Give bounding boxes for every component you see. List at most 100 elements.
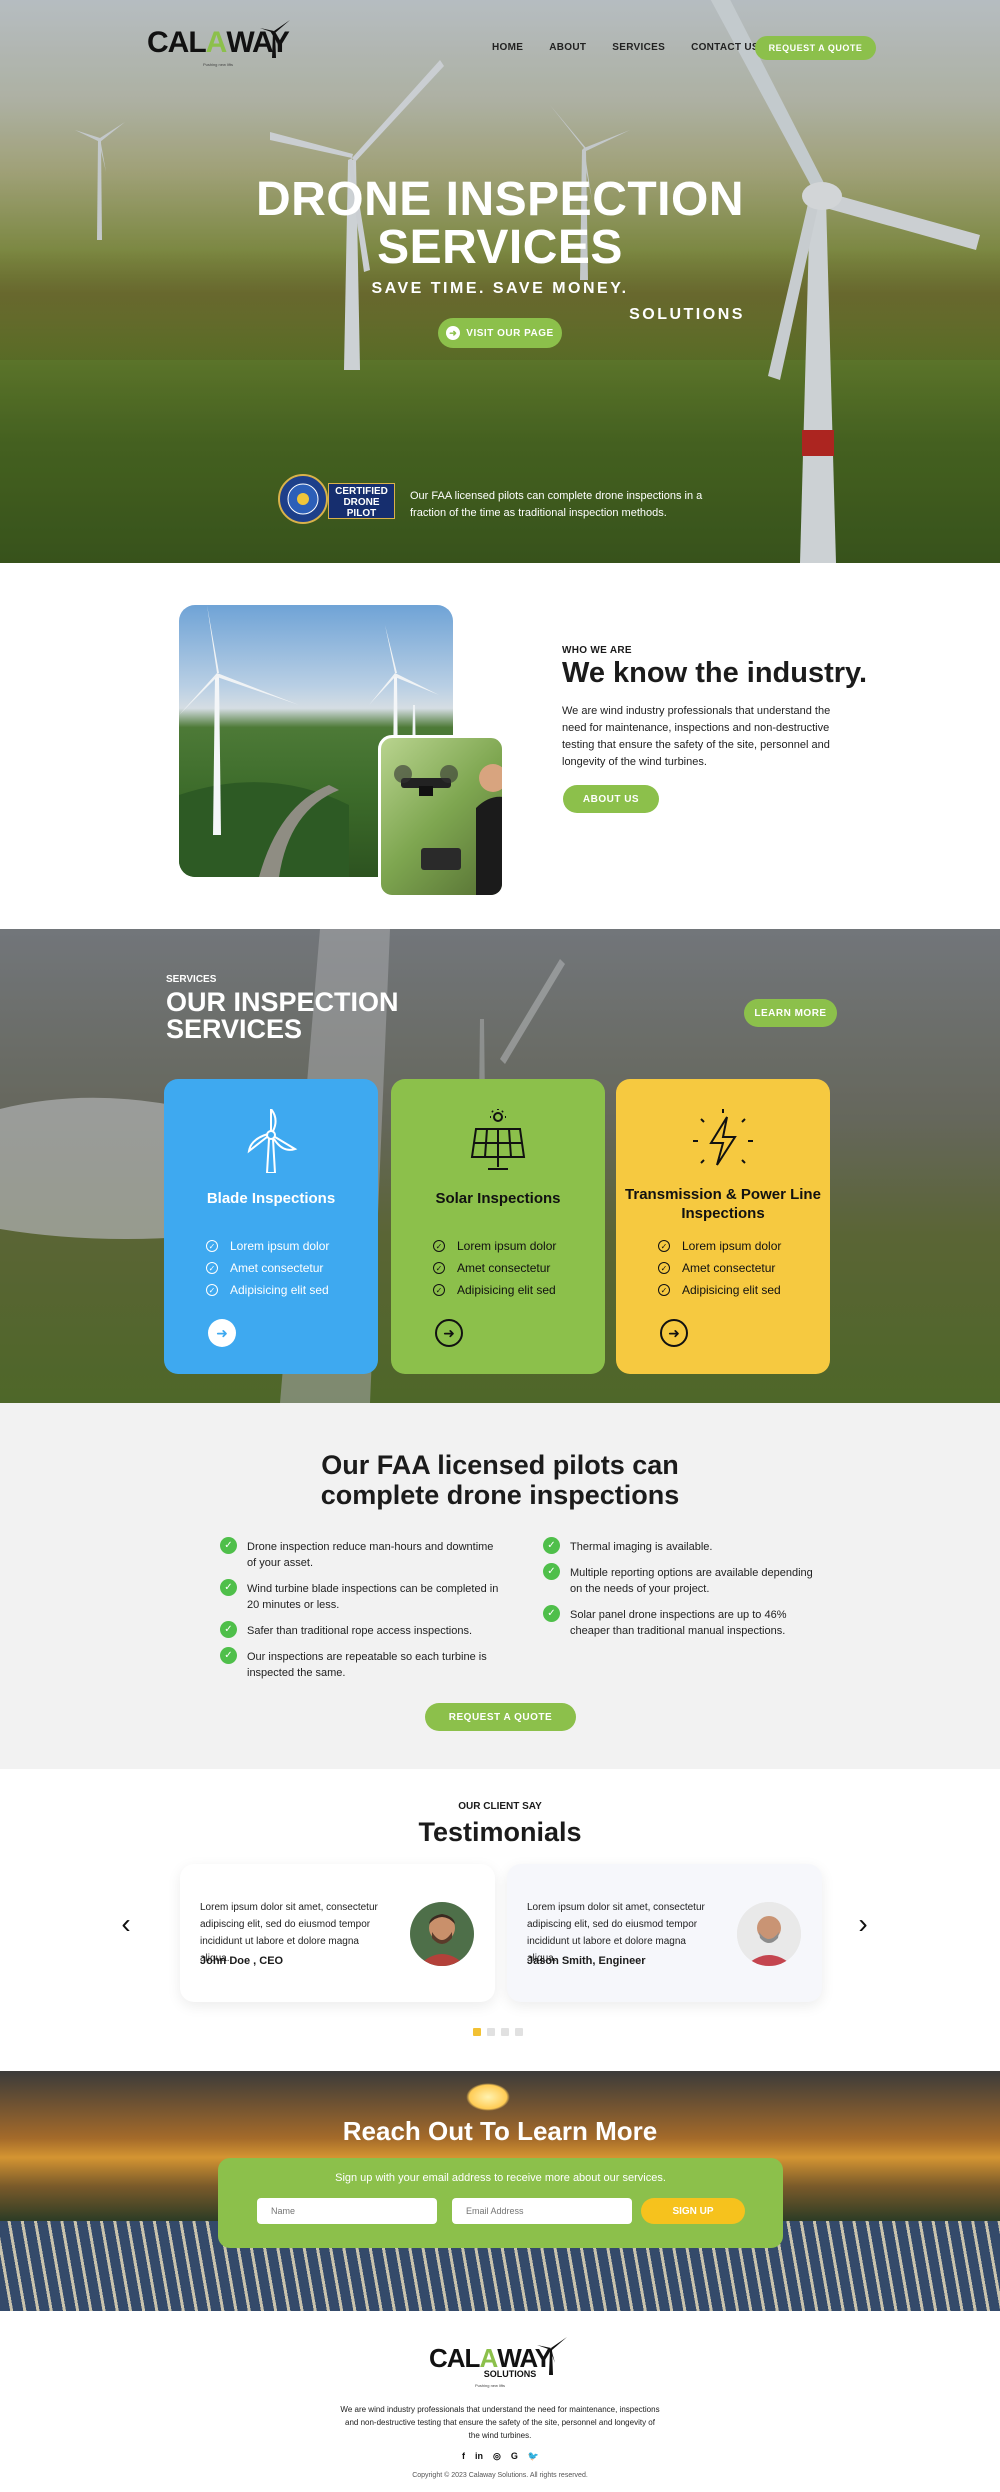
logo-tagline: Pushing new lifts [475,2383,506,2388]
check-circle-icon: ✓ [220,1621,237,1638]
logo-wordmark: CALAWAY [429,2343,552,2373]
check-circle-icon: ✓ [220,1647,237,1664]
check-circle-icon: ✓ [206,1262,218,1274]
list-item: ✓ Lorem ipsum dolor [206,1235,329,1257]
logo-turbine-icon [260,20,290,58]
check-circle-icon: ✓ [433,1262,445,1274]
services-eyebrow: SERVICES [166,974,217,985]
services-title: OUR INSPECTION SERVICES [166,987,399,1044]
benefits-list-left: ✓ Drone inspection reduce man-hours and d… [220,1537,500,1691]
certified-drone-pilot-badge: CERTIFIED DRONE PILOT [278,474,395,524]
carousel-dot[interactable] [515,2028,523,2036]
service-card-power-line[interactable]: Transmission & Power Line Inspections ✓ L… [616,1079,830,1374]
check-circle-icon: ✓ [433,1240,445,1252]
list-item: ✓ Adipisicing elit sed [658,1279,781,1301]
carousel-dot[interactable] [487,2028,495,2036]
logo-turbine-icon [537,2337,567,2375]
hero-note: Our FAA licensed pilots can complete dro… [410,490,703,519]
instagram-icon[interactable]: ◎ [493,2451,501,2462]
check-circle-icon: ✓ [658,1284,670,1296]
service-card-list: ✓ Lorem ipsum dolor ✓ Amet consectetur ✓ Ad… [206,1235,329,1301]
check-circle-icon: ✓ [543,1537,560,1554]
list-item: ✓ Lorem ipsum dolor [658,1235,781,1257]
faa-seal-icon [278,474,328,524]
check-circle-icon: ✓ [543,1605,560,1622]
list-item: ✓ Amet consectetur [206,1257,329,1279]
about-title: We know the industry. [562,657,868,689]
arrow-right-icon[interactable]: ➜ [208,1319,236,1347]
check-circle-icon: ✓ [658,1240,670,1252]
top-navigation: CALAWAY SOLUTIONS Pushing new lifts HOME… [0,0,1000,323]
signup-section: Reach Out To Learn More Sign up with you… [0,2071,1000,2311]
list-item: ✓ Lorem ipsum dolor [433,1235,556,1257]
signup-title: Reach Out To Learn More [342,2116,658,2146]
footer-text: We are wind industry professionals that … [340,2405,660,2440]
list-item: ✓ Multiple reporting options are availabl… [543,1563,813,1597]
nav-contact[interactable]: CONTACT US [691,42,759,53]
carousel-dots [473,2028,523,2036]
testimonials-title: Testimonials [418,1817,582,1847]
request-quote-nav-button[interactable]: REQUEST A QUOTE [755,36,876,60]
signup-lead: Sign up with your email address to recei… [335,2172,666,2184]
testimonial-card: Lorem ipsum dolor sit amet, consectetur … [180,1864,495,2002]
footer-logo[interactable]: CALAWAY SOLUTIONS Pushing new lifts [429,2343,552,2388]
service-card-title: Solar Inspections [435,1190,561,1207]
facebook-icon[interactable]: f [462,2451,465,2462]
list-item: ✓ Amet consectetur [433,1257,556,1279]
drone-pilot-photo [378,735,505,898]
arrow-right-icon[interactable]: ➜ [435,1319,463,1347]
logo-subname: SOLUTIONS [629,306,745,323]
logo-tagline: Pushing new lifts [202,62,233,67]
service-card-list: ✓ Lorem ipsum dolor ✓ Amet consectetur ✓ Ad… [433,1235,556,1301]
faa-benefits-section: Our FAA licensed pilots can complete dron… [0,1403,1000,1769]
list-item: ✓ Thermal imaging is available. [543,1537,813,1555]
avatar [410,1902,474,1966]
service-card-solar[interactable]: Solar Inspections ✓ Lorem ipsum dolor ✓ Am… [391,1079,605,1374]
request-quote-button[interactable]: REQUEST A QUOTE [425,1703,576,1731]
google-icon[interactable]: G [511,2451,518,2462]
nav-about[interactable]: ABOUT [549,42,586,53]
list-item: ✓ Drone inspection reduce man-hours and d… [220,1537,500,1571]
arrow-right-icon[interactable]: ➜ [660,1319,688,1347]
services-section: SERVICES OUR INSPECTION SERVICES LEARN M… [0,929,1000,1403]
check-circle-icon: ✓ [206,1284,218,1296]
hero-section: CALAWAY SOLUTIONS Pushing new lifts HOME… [0,0,1000,563]
service-card-blade[interactable]: Blade Inspections ✓ Lorem ipsum dolor ✓ Am… [164,1079,378,1374]
check-circle-icon: ✓ [658,1262,670,1274]
sign-up-button[interactable]: SIGN UP [641,2198,745,2224]
arrow-circle-icon: ➜ [446,326,461,340]
lightning-icon [616,1109,830,1173]
visit-page-button[interactable]: ➜ VISIT OUR PAGE [438,318,562,348]
certified-pilot-label: CERTIFIED DRONE PILOT [328,483,395,519]
service-card-title: Blade Inspections [206,1190,336,1207]
nav-links: HOME ABOUT SERVICES CONTACT US [492,42,785,53]
list-item: ✓ Our inspections are repeatable so each … [220,1647,500,1681]
check-circle-icon: ✓ [220,1537,237,1554]
check-circle-icon: ✓ [433,1284,445,1296]
chevron-right-icon[interactable]: › [853,1908,873,1939]
check-circle-icon: ✓ [543,1563,560,1580]
twitter-icon[interactable]: 🐦 [528,2451,539,2462]
footer: CALAWAY SOLUTIONS Pushing new lifts We a… [0,2311,1000,2492]
carousel-dot[interactable] [473,2028,481,2036]
learn-more-button[interactable]: LEARN MORE [744,999,837,1027]
social-links: f in ◎ G 🐦 [462,2451,539,2462]
service-card-list: ✓ Lorem ipsum dolor ✓ Amet consectetur ✓ Ad… [658,1235,781,1301]
nav-home[interactable]: HOME [492,42,523,53]
nav-services[interactable]: SERVICES [612,42,665,53]
check-circle-icon: ✓ [206,1240,218,1252]
name-field[interactable] [257,2198,437,2224]
service-card-title: Transmission & Power Line Inspections [625,1186,821,1222]
chevron-left-icon[interactable]: ‹ [116,1908,136,1939]
copyright: Copyright © 2023 Calaway Solutions. All … [412,2472,588,2479]
about-text: We are wind industry professionals that … [562,705,831,768]
list-item: ✓ Safer than traditional rope access insp… [220,1621,500,1639]
check-circle-icon: ✓ [220,1579,237,1596]
testimonials-eyebrow: OUR CLIENT SAY [458,1801,542,1812]
carousel-dot[interactable] [501,2028,509,2036]
email-field[interactable] [452,2198,632,2224]
benefits-list-right: ✓ Thermal imaging is available. ✓ Multiple… [543,1537,813,1649]
hero-title: DRONE INSPECTION SERVICES [255,173,745,274]
about-us-button[interactable]: ABOUT US [563,785,659,813]
linkedin-icon[interactable]: in [475,2451,483,2462]
